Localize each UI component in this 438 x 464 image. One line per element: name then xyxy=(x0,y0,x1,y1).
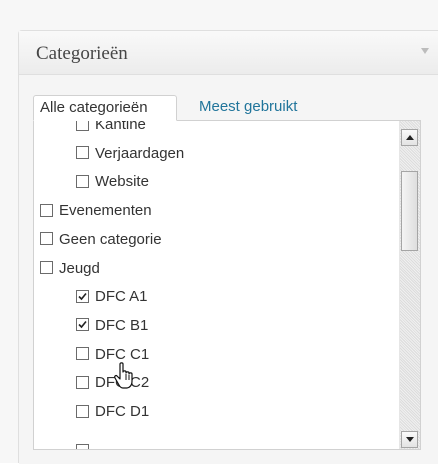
category-checkbox[interactable] xyxy=(76,174,89,188)
category-label: DFC A1 xyxy=(95,288,148,306)
checkmark-icon xyxy=(78,321,87,329)
category-label: Evenementen xyxy=(59,202,152,220)
category-item-dfc-c2[interactable]: DFC C2 xyxy=(76,373,149,393)
categories-metabox: Categorieën Alle categorieën Meest gebru… xyxy=(18,30,438,464)
category-label: Kantine xyxy=(95,120,146,133)
category-checkbox[interactable] xyxy=(40,261,53,275)
screen: Categorieën Alle categorieën Meest gebru… xyxy=(0,0,438,464)
category-label: DFC D1 xyxy=(95,403,150,420)
category-item-verjaardagen[interactable]: Verjaardagen xyxy=(76,144,184,164)
tab-all-categories[interactable]: Alle categorieën xyxy=(33,95,177,121)
collapse-toggle-icon[interactable] xyxy=(421,48,429,54)
checkmark-icon xyxy=(78,292,87,300)
category-checkbox[interactable] xyxy=(40,232,53,246)
category-checkbox[interactable] xyxy=(40,203,53,217)
category-label: Jeugd xyxy=(59,259,100,277)
category-item-dfc-d1[interactable]: DFC D1 xyxy=(76,402,149,422)
category-item-evenementen[interactable]: Evenementen xyxy=(40,201,152,221)
category-checkbox[interactable] xyxy=(76,375,89,389)
category-label: DFC C1 xyxy=(95,345,150,363)
category-item-dfc-b1[interactable]: DFC B1 xyxy=(76,316,148,336)
metabox-body: Alle categorieën Meest gebruikt Kantine … xyxy=(19,75,438,464)
arrow-down-icon xyxy=(406,437,414,442)
category-label: Verjaardagen xyxy=(95,144,185,162)
arrow-up-icon xyxy=(406,135,414,140)
category-item-dfc-c1[interactable]: DFC C1 xyxy=(76,345,149,365)
scrollbar-thumb[interactable] xyxy=(401,171,418,251)
metabox-title: Categorieën xyxy=(36,43,128,64)
category-checkbox[interactable] xyxy=(76,121,89,131)
category-item-partial[interactable] xyxy=(76,441,95,449)
category-checklist: Kantine Verjaardagen Website Evenementen… xyxy=(33,120,421,450)
category-item-website[interactable]: Website xyxy=(76,172,149,192)
category-item-jeugd[interactable]: Jeugd xyxy=(40,259,100,279)
category-item-dfc-a1[interactable]: DFC A1 xyxy=(76,287,148,307)
tab-most-used[interactable]: Meest gebruikt xyxy=(199,95,369,121)
category-item-geen-categorie[interactable]: Geen categorie xyxy=(40,230,162,250)
category-checkbox[interactable] xyxy=(76,443,89,449)
category-label: DFC B1 xyxy=(95,316,149,334)
category-checkbox[interactable] xyxy=(76,347,89,361)
category-label: Geen categorie xyxy=(59,230,162,248)
hand-pointer-icon xyxy=(114,362,133,389)
category-item-kantine[interactable]: Kantine xyxy=(76,120,146,135)
category-checkbox[interactable] xyxy=(76,146,89,160)
category-checkbox[interactable] xyxy=(76,289,89,303)
scroll-down-button[interactable] xyxy=(401,431,418,448)
category-checkbox[interactable] xyxy=(76,404,89,418)
category-label: Website xyxy=(95,173,149,191)
scroll-up-button[interactable] xyxy=(401,129,418,146)
vertical-scrollbar[interactable] xyxy=(399,121,420,449)
metabox-header[interactable]: Categorieën xyxy=(19,31,438,75)
category-checkbox[interactable] xyxy=(76,318,89,332)
